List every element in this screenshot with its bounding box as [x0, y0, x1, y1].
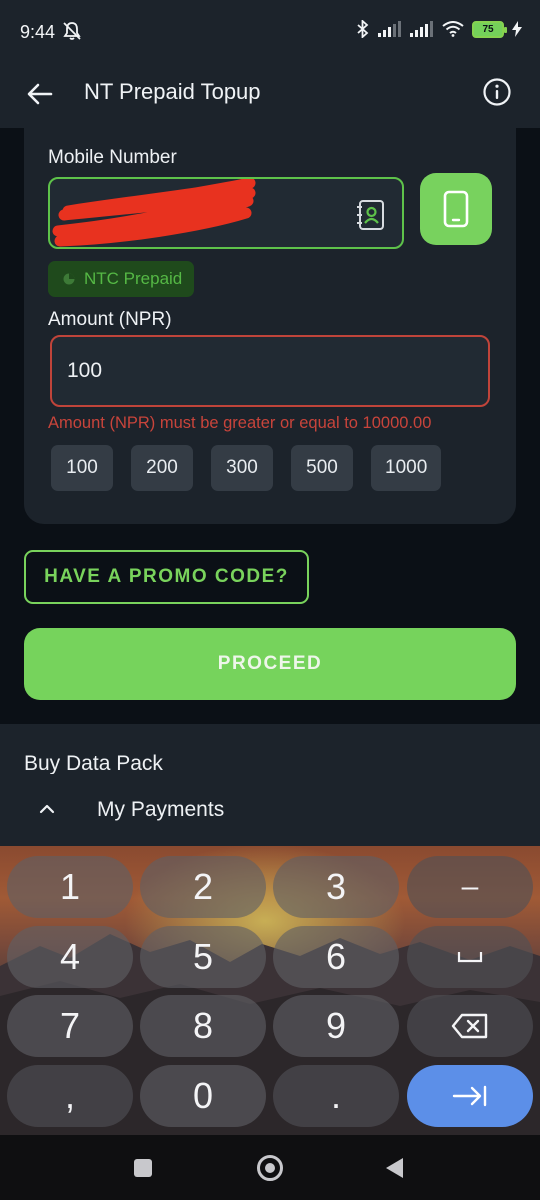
key-next[interactable] — [407, 1065, 533, 1127]
key-backspace[interactable] — [407, 995, 533, 1057]
quick-amount-chip[interactable]: 500 — [291, 445, 353, 491]
app-header: NT Prepaid Topup — [0, 62, 540, 128]
smartphone-icon — [443, 190, 469, 228]
amount-label: Amount (NPR) — [48, 309, 172, 330]
backspace-icon — [451, 1013, 488, 1039]
key-comma[interactable]: , — [7, 1065, 133, 1127]
contact-book-icon[interactable] — [355, 199, 387, 231]
charging-icon — [512, 21, 522, 37]
my-payments-label: My Payments — [97, 798, 225, 821]
info-icon[interactable] — [480, 75, 514, 109]
key-period[interactable]: . — [273, 1065, 399, 1127]
recents-button[interactable] — [134, 1159, 152, 1177]
operator-badge-label: NTC Prepaid — [84, 269, 183, 288]
mobile-number-input[interactable] — [48, 177, 404, 249]
next-field-icon — [452, 1085, 487, 1107]
key-5[interactable]: 5 — [140, 926, 266, 988]
key-7[interactable]: 7 — [7, 995, 133, 1057]
key-3[interactable]: 3 — [273, 856, 399, 918]
signal-icon — [378, 21, 401, 37]
system-back-button[interactable] — [386, 1158, 403, 1178]
amount-error-message: Amount (NPR) must be greater or equal to… — [48, 414, 432, 432]
system-nav-bar — [0, 1135, 540, 1200]
proceed-button[interactable]: PROCEED — [24, 628, 516, 700]
battery-level: 75 — [482, 23, 494, 35]
promo-code-button[interactable]: HAVE A PROMO CODE? — [24, 550, 309, 604]
quick-amount-chip[interactable]: 1000 — [371, 445, 442, 491]
mobile-number-label: Mobile Number — [48, 147, 177, 168]
key-space[interactable] — [407, 926, 533, 988]
bell-off-icon — [63, 22, 81, 40]
numeric-keyboard: 1 2 3 – 4 5 6 7 8 9 , 0 . — [0, 846, 540, 1135]
battery-icon: 75 — [472, 20, 507, 38]
status-bar: 9:44 75 — [0, 0, 540, 62]
key-2[interactable]: 2 — [140, 856, 266, 918]
quick-amount-chip[interactable]: 200 — [131, 445, 193, 491]
data-pack-title[interactable]: Buy Data Pack — [24, 752, 163, 776]
topup-form-card: Mobile Number NTC Prepaid Amount (NPR) 1… — [24, 128, 516, 524]
back-button[interactable] — [22, 76, 58, 112]
status-time: 9:44 — [20, 22, 56, 42]
arrow-left-icon — [27, 83, 53, 105]
chevron-up-icon[interactable] — [36, 798, 58, 820]
key-minus[interactable]: – — [407, 856, 533, 918]
space-icon — [457, 952, 483, 963]
amount-input[interactable]: 100 — [50, 335, 490, 407]
signal-icon — [410, 21, 433, 37]
wifi-icon — [442, 21, 464, 37]
key-0[interactable]: 0 — [140, 1065, 266, 1127]
quick-amount-chip[interactable]: 300 — [211, 445, 273, 491]
page-title: NT Prepaid Topup — [84, 79, 261, 104]
quick-amount-chips: 100 200 300 500 1000 — [51, 445, 442, 491]
quick-amount-chip[interactable]: 100 — [51, 445, 113, 491]
redaction-scribble — [52, 179, 256, 247]
key-8[interactable]: 8 — [140, 995, 266, 1057]
key-4[interactable]: 4 — [7, 926, 133, 988]
key-6[interactable]: 6 — [273, 926, 399, 988]
phone-contacts-button[interactable] — [420, 173, 492, 245]
operator-logo-icon — [63, 273, 75, 285]
operator-badge: NTC Prepaid — [48, 261, 195, 297]
key-1[interactable]: 1 — [7, 856, 133, 918]
amount-value: 100 — [67, 359, 103, 382]
key-9[interactable]: 9 — [273, 995, 399, 1057]
home-button[interactable] — [257, 1155, 283, 1181]
bluetooth-icon — [357, 20, 369, 38]
my-payments-bar[interactable]: My Payments — [0, 774, 540, 846]
